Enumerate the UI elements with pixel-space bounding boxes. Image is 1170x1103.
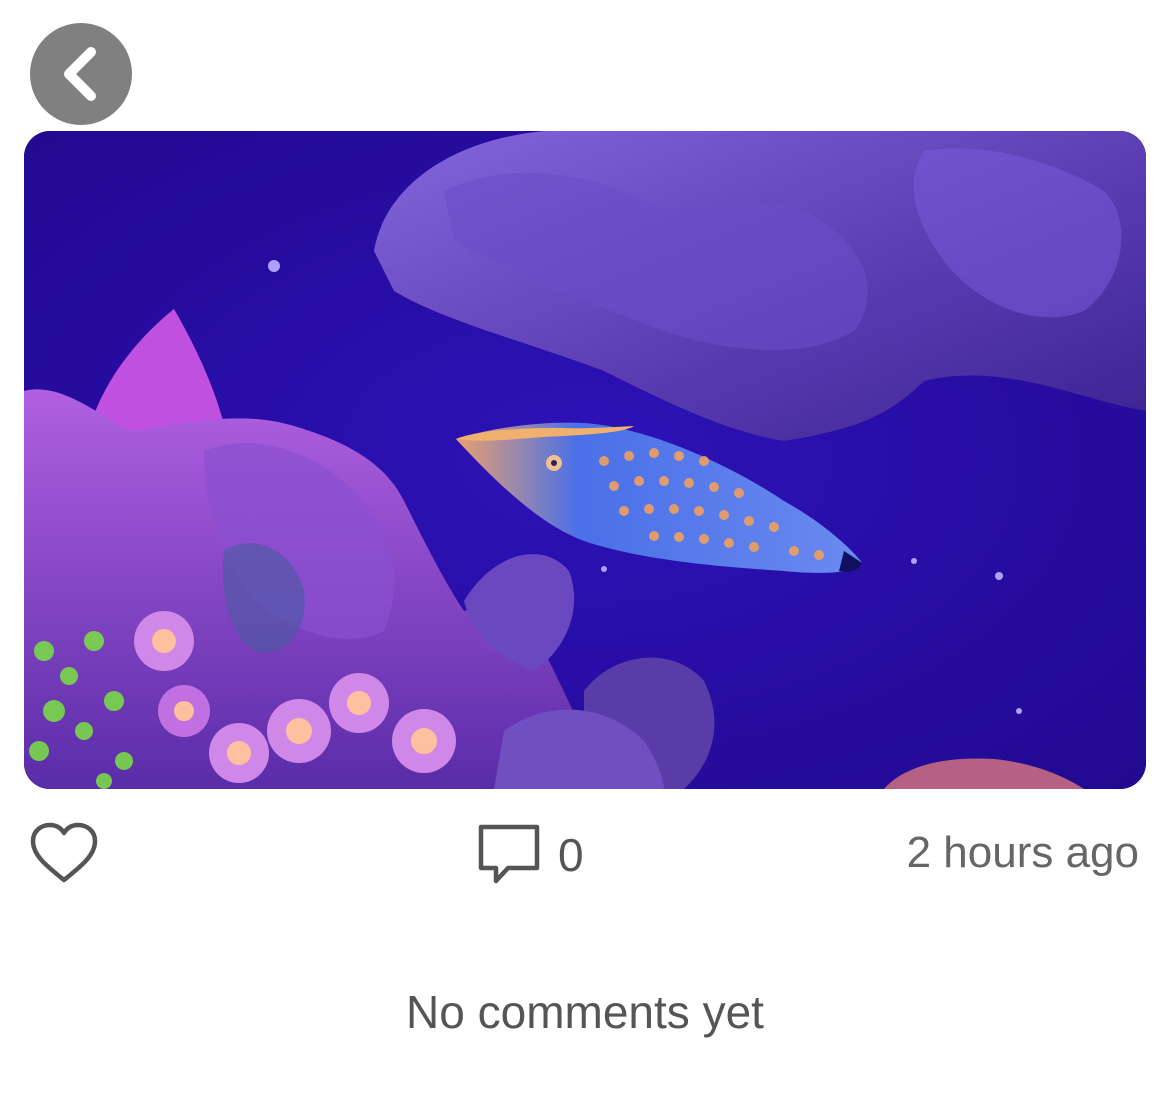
comments-button[interactable]: 0 [476,822,584,888]
post-timestamp: 2 hours ago [906,828,1139,877]
post-photo[interactable] [24,131,1146,789]
post-actions-bar: 0 2 hours ago [0,800,1170,910]
empty-comments-message: No comments yet [406,986,764,1038]
chevron-left-icon [64,47,96,101]
like-button[interactable] [28,822,100,886]
heart-outline-icon [30,822,98,883]
aquarium-image [24,131,1146,789]
comment-count: 0 [558,829,584,881]
post-detail-screen: 0 2 hours ago No comments yet [0,0,1170,1103]
speech-bubble-icon [478,824,540,884]
back-button[interactable] [30,23,132,125]
